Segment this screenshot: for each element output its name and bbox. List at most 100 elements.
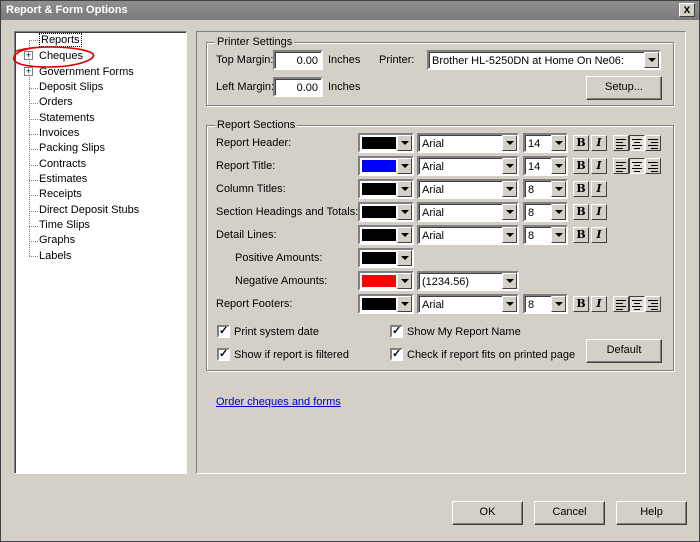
chevron-down-icon[interactable] [551, 204, 566, 220]
chevron-down-icon[interactable] [397, 296, 412, 312]
chevron-down-icon[interactable] [551, 158, 566, 174]
chevron-down-icon[interactable] [397, 250, 412, 266]
show-if-filtered-label: Show if report is filtered [234, 349, 349, 361]
tree-branch [29, 119, 38, 120]
bold-button[interactable]: B [573, 181, 589, 197]
chevron-down-icon[interactable] [397, 273, 412, 289]
format-value: (1234.56) [422, 276, 470, 288]
order-cheques-link[interactable]: Order cheques and forms [216, 396, 341, 408]
show-if-filtered-checkbox[interactable] [217, 347, 230, 361]
chevron-down-icon[interactable] [551, 181, 566, 197]
ok-button[interactable]: OK [452, 501, 523, 525]
italic-button[interactable]: I [591, 227, 607, 243]
align-center-icon[interactable] [629, 135, 645, 151]
align-center-icon[interactable] [629, 158, 645, 174]
bold-button[interactable]: B [573, 135, 589, 151]
chevron-down-icon[interactable] [551, 227, 566, 243]
tree-item-graphs[interactable]: Graphs [39, 233, 75, 247]
chevron-down-icon[interactable] [502, 135, 517, 151]
italic-button[interactable]: I [591, 135, 607, 151]
chevron-down-icon[interactable] [502, 273, 517, 289]
top-margin-input[interactable]: 0.00 [273, 50, 323, 70]
column-titles-label: Column Titles: [216, 183, 286, 195]
column-titles-font[interactable]: Arial [417, 179, 519, 199]
show-report-name-checkbox[interactable] [390, 324, 403, 338]
positive-amounts-color[interactable] [358, 248, 414, 268]
chevron-down-icon[interactable] [397, 158, 412, 174]
column-titles-color[interactable] [358, 179, 414, 199]
report-title-color[interactable] [358, 156, 414, 176]
tree-item-packing-slips[interactable]: Packing Slips [39, 141, 105, 155]
section-headings-color[interactable] [358, 202, 414, 222]
cancel-button[interactable]: Cancel [534, 501, 605, 525]
chevron-down-icon[interactable] [397, 227, 412, 243]
align-left-icon[interactable] [613, 296, 629, 312]
tree-item-invoices[interactable]: Invoices [39, 126, 79, 140]
close-button[interactable]: x [679, 3, 695, 17]
chevron-down-icon[interactable] [644, 52, 659, 68]
tree-item-time-slips[interactable]: Time Slips [39, 218, 90, 232]
color-fill [362, 298, 396, 310]
italic-button[interactable]: I [591, 158, 607, 174]
negative-amounts-color[interactable] [358, 271, 414, 291]
chevron-down-icon[interactable] [502, 181, 517, 197]
chevron-down-icon[interactable] [502, 158, 517, 174]
section-headings-font[interactable]: Arial [417, 202, 519, 222]
align-right-icon[interactable] [645, 158, 661, 174]
left-margin-label: Left Margin: [216, 81, 275, 93]
chevron-down-icon[interactable] [551, 135, 566, 151]
left-margin-input[interactable]: 0.00 [273, 77, 323, 97]
tree-item-statements[interactable]: Statements [39, 111, 95, 125]
chevron-down-icon[interactable] [397, 135, 412, 151]
check-fits-page-checkbox[interactable] [390, 347, 403, 361]
help-button[interactable]: Help [616, 501, 687, 525]
chevron-down-icon[interactable] [502, 204, 517, 220]
align-right-icon[interactable] [645, 135, 661, 151]
report-form-options-dialog: Report & Form Options x Reports + Cheque… [0, 0, 700, 542]
tree-item-labels[interactable]: Labels [39, 249, 71, 263]
bold-button[interactable]: B [573, 158, 589, 174]
tree-item-orders[interactable]: Orders [39, 95, 73, 109]
detail-lines-font[interactable]: Arial [417, 225, 519, 245]
report-header-size[interactable]: 14 [523, 133, 568, 153]
tree-item-deposit-slips[interactable]: Deposit Slips [39, 80, 103, 94]
align-right-icon[interactable] [645, 296, 661, 312]
chevron-down-icon[interactable] [502, 296, 517, 312]
report-title-size[interactable]: 14 [523, 156, 568, 176]
detail-lines-size[interactable]: 8 [523, 225, 568, 245]
default-button[interactable]: Default [586, 339, 662, 363]
color-fill [362, 137, 396, 149]
align-left-icon[interactable] [613, 135, 629, 151]
chevron-down-icon[interactable] [397, 204, 412, 220]
bold-button[interactable]: B [573, 227, 589, 243]
chevron-down-icon[interactable] [502, 227, 517, 243]
tree-item-contracts[interactable]: Contracts [39, 157, 86, 171]
report-title-font[interactable]: Arial [417, 156, 519, 176]
chevron-down-icon[interactable] [551, 296, 566, 312]
align-left-icon[interactable] [613, 158, 629, 174]
report-header-color[interactable] [358, 133, 414, 153]
column-titles-size[interactable]: 8 [523, 179, 568, 199]
tree-branch [29, 134, 38, 135]
setup-button[interactable]: Setup... [586, 76, 662, 100]
report-footers-font[interactable]: Arial [417, 294, 519, 314]
report-footers-size[interactable]: 8 [523, 294, 568, 314]
tree-item-direct-deposit-stubs[interactable]: Direct Deposit Stubs [39, 203, 139, 217]
italic-button[interactable]: I [591, 296, 607, 312]
bold-button[interactable]: B [573, 204, 589, 220]
align-center-icon[interactable] [629, 296, 645, 312]
report-footers-color[interactable] [358, 294, 414, 314]
tree-item-receipts[interactable]: Receipts [39, 187, 82, 201]
chevron-down-icon[interactable] [397, 181, 412, 197]
category-tree[interactable]: Reports + Cheques + Government Forms Dep… [14, 31, 187, 474]
report-header-font[interactable]: Arial [417, 133, 519, 153]
italic-button[interactable]: I [591, 204, 607, 220]
print-system-date-checkbox[interactable] [217, 324, 230, 338]
negative-format-select[interactable]: (1234.56) [417, 271, 519, 291]
italic-button[interactable]: I [591, 181, 607, 197]
detail-lines-color[interactable] [358, 225, 414, 245]
printer-select[interactable]: Brother HL-5250DN at Home On Ne06: [427, 50, 661, 70]
section-headings-size[interactable]: 8 [523, 202, 568, 222]
bold-button[interactable]: B [573, 296, 589, 312]
tree-item-estimates[interactable]: Estimates [39, 172, 87, 186]
